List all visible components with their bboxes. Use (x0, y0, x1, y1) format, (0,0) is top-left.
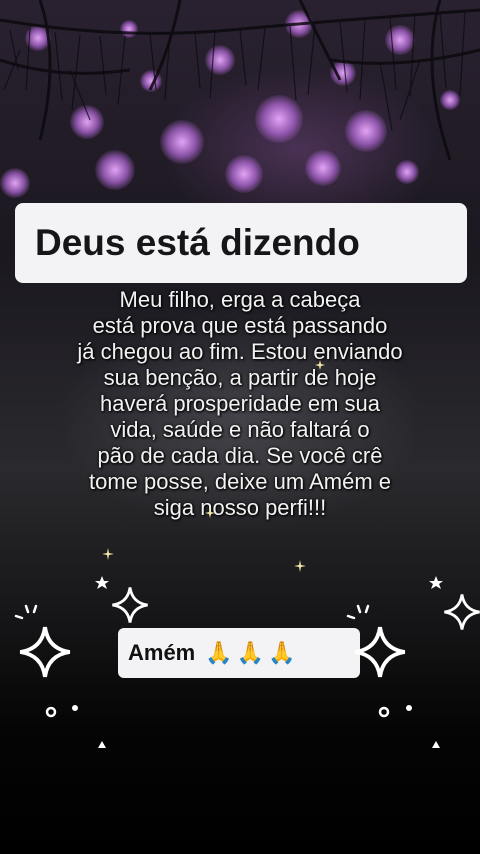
message-line: vida, saúde e não faltará o (110, 417, 370, 442)
message-line: pão de cada dia. Se você crê (97, 443, 383, 468)
star-icon (95, 576, 109, 589)
sparkle-dot (378, 706, 390, 718)
message-line: haverá prosperidade em sua (99, 391, 381, 416)
message-line: sua benção, a partir de hoje (103, 365, 377, 390)
title-card: Deus está dizendo (15, 203, 467, 283)
star-icon (98, 741, 106, 748)
star-icon (429, 576, 443, 589)
praying-hands-icon: 🙏🙏🙏 (205, 640, 300, 665)
title: Deus está dizendo (35, 222, 360, 263)
post-background: Deus está dizendo Meu filho, erga a cabe… (0, 0, 480, 854)
sparkle-dot (45, 706, 57, 718)
sparkle-icon (353, 625, 407, 679)
message-line: siga nosso perfi!!! (153, 495, 327, 520)
sparkle-icon (102, 548, 114, 560)
sparkle-icon (346, 604, 370, 620)
message-line: tome posse, deixe um Amém e (88, 469, 392, 494)
message-line: já chegou ao fim. Estou enviando (77, 339, 403, 364)
message-line: Meu filho, erga a cabeça (119, 287, 361, 312)
sparkle-dot (406, 705, 412, 711)
sparkle-icon (111, 586, 149, 624)
sparkle-dot (72, 705, 78, 711)
sparkle-icon (294, 560, 306, 572)
message-line: está prova que está passando (92, 313, 388, 338)
message-text: Meu filho, erga a cabeça está prova que … (20, 287, 460, 521)
sparkle-icon (443, 593, 480, 631)
star-icon (432, 741, 440, 748)
amen-label: Amém (128, 640, 196, 665)
sparkle-icon (14, 604, 38, 620)
amen-sticker[interactable]: Amém 🙏🙏🙏 (118, 628, 360, 678)
sparkle-icon (18, 625, 72, 679)
